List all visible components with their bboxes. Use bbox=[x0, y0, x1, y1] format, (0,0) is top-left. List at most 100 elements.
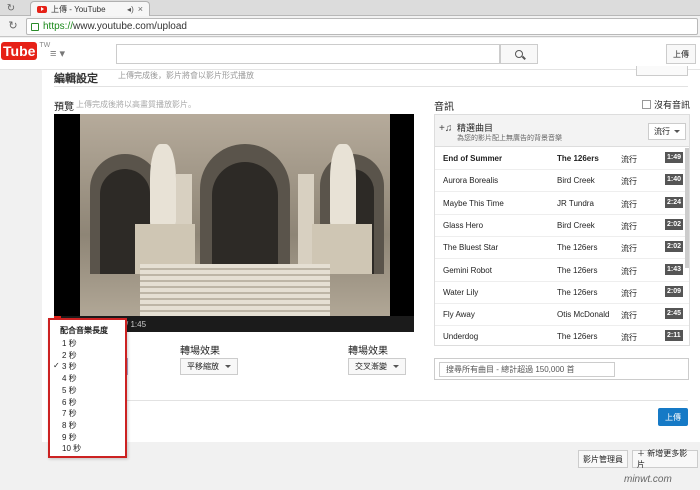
track-row[interactable]: Underdog The 126ers 流行 2:11 bbox=[435, 326, 689, 345]
divider bbox=[54, 86, 688, 87]
browser-tab-bar: ↻ 上傳 - YouTube ◂) × bbox=[0, 0, 700, 16]
track-title: End of Summer bbox=[443, 154, 503, 163]
track-artist: The 126ers bbox=[557, 243, 598, 253]
track-genre: 流行 bbox=[621, 333, 637, 343]
genre-dropdown[interactable]: 流行 bbox=[648, 123, 686, 140]
track-row[interactable]: The Bluest Star The 126ers 流行 2:02 bbox=[435, 237, 689, 260]
track-title: Glass Hero bbox=[443, 220, 484, 230]
lock-icon bbox=[31, 22, 39, 31]
duration-option[interactable]: 8 秒 bbox=[50, 420, 125, 432]
track-list: End of Summer The 126ers 流行 1:49 Aurora Bore… bbox=[435, 148, 689, 345]
upload-button[interactable]: 上傳 bbox=[658, 408, 688, 426]
track-duration: 2:24 bbox=[665, 196, 684, 208]
track-row[interactable]: Water Lily The 126ers 流行 2:09 bbox=[435, 282, 689, 304]
track-genre: 流行 bbox=[621, 311, 637, 321]
audio-label: 音訊 bbox=[434, 102, 454, 113]
video-manager-button[interactable]: 影片管理員 bbox=[578, 450, 628, 468]
audio-search-bar: 搜尋所有曲目 - 總計超過 150,000 首 bbox=[434, 358, 689, 380]
duration-option[interactable]: 2 秒 bbox=[50, 350, 125, 362]
track-row[interactable]: Gemini Robot The 126ers 流行 1:43 bbox=[435, 260, 689, 282]
duration-option-label: 7 秒 bbox=[62, 409, 77, 419]
browser-tab[interactable]: 上傳 - YouTube ◂) × bbox=[30, 1, 150, 16]
video-player[interactable]: / 1:45 bbox=[54, 114, 414, 332]
duration-option[interactable]: 5 秒 bbox=[50, 385, 125, 397]
section-title: 編輯設定 bbox=[54, 73, 98, 85]
duration-option[interactable]: 10 秒 bbox=[50, 443, 125, 455]
top-right-button[interactable] bbox=[636, 66, 688, 76]
checkmark-icon: ✓ bbox=[53, 361, 60, 371]
chevron-down-icon bbox=[674, 130, 680, 133]
track-row[interactable]: Maybe This Time JR Tundra 流行 2:24 bbox=[435, 193, 689, 215]
logo-tube: Tube bbox=[1, 42, 38, 60]
track-title: Water Lily bbox=[443, 287, 479, 297]
logo-region: TW bbox=[39, 42, 51, 49]
no-audio-label: 沒有音訊 bbox=[654, 100, 691, 110]
no-audio-option[interactable]: 沒有音訊 bbox=[642, 98, 690, 111]
divider bbox=[54, 400, 688, 401]
duration-dropdown-header[interactable]: 配合音樂長度 bbox=[60, 325, 108, 336]
chevron-down-icon bbox=[393, 365, 399, 368]
duration-dropdown[interactable]: 配合音樂長度 1 秒2 秒 ✓ 3 秒4 秒5 秒6 秒 7 秒8 秒 9 秒 10 秒 bbox=[48, 318, 127, 458]
no-audio-checkbox[interactable] bbox=[642, 100, 651, 109]
track-row[interactable]: Fly Away Otis McDonald 流行 2:45 bbox=[435, 304, 689, 327]
track-duration: 1:43 bbox=[665, 263, 684, 275]
duration-option[interactable]: 4 秒 bbox=[50, 373, 125, 385]
duration-option-label: 2 秒 bbox=[62, 350, 77, 360]
preview-label: 預覽 bbox=[54, 102, 74, 113]
youtube-logo[interactable]: Tube TW bbox=[0, 42, 50, 60]
transition-label-1: 轉場效果 bbox=[180, 346, 220, 357]
address-bar: ↻ https://www.youtube.com/upload bbox=[0, 16, 700, 37]
transition-select-1[interactable]: 平移縮放 bbox=[180, 358, 238, 375]
track-row[interactable]: Aurora Borealis Bird Creek 流行 1:40 bbox=[435, 170, 689, 193]
duration-option[interactable]: ✓ 3 秒 bbox=[50, 361, 125, 373]
track-artist: The 126ers bbox=[557, 332, 598, 342]
guide-menu-icon[interactable]: ≡ ▾ bbox=[50, 47, 65, 60]
duration-option[interactable]: 7 秒 bbox=[50, 408, 125, 420]
track-row[interactable]: Glass Hero Bird Creek 流行 2:02 bbox=[435, 215, 689, 237]
track-artist: Bird Creek bbox=[557, 220, 595, 230]
youtube-favicon-icon bbox=[37, 5, 47, 13]
watermark: minwt.com bbox=[624, 474, 672, 485]
video-time: / 1:45 bbox=[126, 320, 147, 329]
duration-option-label: 8 秒 bbox=[62, 420, 77, 430]
close-tab-icon[interactable]: × bbox=[138, 4, 143, 14]
audio-panel: +♫ 精選曲目 為您的影片配上無廣告的背景音樂 流行 End of Summer… bbox=[434, 114, 690, 346]
duration-option-label: 9 秒 bbox=[62, 432, 77, 442]
duration-option-label: 4 秒 bbox=[62, 374, 77, 384]
track-genre: 流行 bbox=[621, 177, 637, 187]
track-genre: 流行 bbox=[621, 221, 637, 231]
url-field[interactable]: https://www.youtube.com/upload bbox=[26, 18, 698, 35]
transition-select-2[interactable]: 交叉漸變 bbox=[348, 358, 406, 375]
track-row[interactable]: End of Summer The 126ers 流行 1:49 bbox=[435, 148, 689, 170]
track-title: Gemini Robot bbox=[443, 265, 492, 275]
track-genre: 流行 bbox=[621, 155, 637, 164]
search-input[interactable] bbox=[116, 44, 500, 64]
track-genre: 流行 bbox=[621, 266, 637, 276]
track-artist: JR Tundra bbox=[557, 198, 594, 208]
duration-option[interactable]: 9 秒 bbox=[50, 432, 125, 444]
duration-option-label: 10 秒 bbox=[62, 444, 82, 454]
upload-button-header[interactable]: 上傳 bbox=[666, 44, 696, 64]
duration-option-label: 6 秒 bbox=[62, 397, 77, 407]
track-duration: 1:49 bbox=[665, 152, 684, 163]
track-title: The Bluest Star bbox=[443, 243, 499, 253]
reload-corner-icon[interactable]: ↻ bbox=[0, 0, 22, 16]
track-title: Maybe This Time bbox=[443, 198, 504, 208]
track-artist: The 126ers bbox=[557, 287, 598, 297]
track-title: Fly Away bbox=[443, 310, 475, 320]
speaker-icon[interactable]: ◂) bbox=[127, 5, 134, 14]
preview-hint: 上傳完成後將以高畫質播放影片。 bbox=[76, 100, 196, 109]
reload-icon[interactable]: ↻ bbox=[6, 19, 20, 33]
duration-option[interactable]: 1 秒 bbox=[50, 338, 125, 350]
track-list-scrollbar[interactable] bbox=[685, 148, 689, 268]
featured-subtitle: 為您的影片配上無廣告的背景音樂 bbox=[457, 135, 562, 142]
tab-title: 上傳 - YouTube bbox=[51, 4, 106, 14]
track-genre: 流行 bbox=[621, 288, 637, 298]
audio-search-input[interactable]: 搜尋所有曲目 - 總計超過 150,000 首 bbox=[439, 362, 615, 377]
add-more-videos-button[interactable]: ＋ 新增更多影片 bbox=[632, 449, 698, 469]
track-artist: Bird Creek bbox=[557, 176, 595, 186]
track-artist: The 126ers bbox=[557, 154, 599, 163]
duration-option[interactable]: 6 秒 bbox=[50, 397, 125, 409]
editor-card: 編輯設定 上傳完成後，影片將會以影片形式播放 預覽 上傳完成後將以高畫質播放影片… bbox=[42, 66, 700, 442]
search-button[interactable] bbox=[500, 44, 538, 64]
